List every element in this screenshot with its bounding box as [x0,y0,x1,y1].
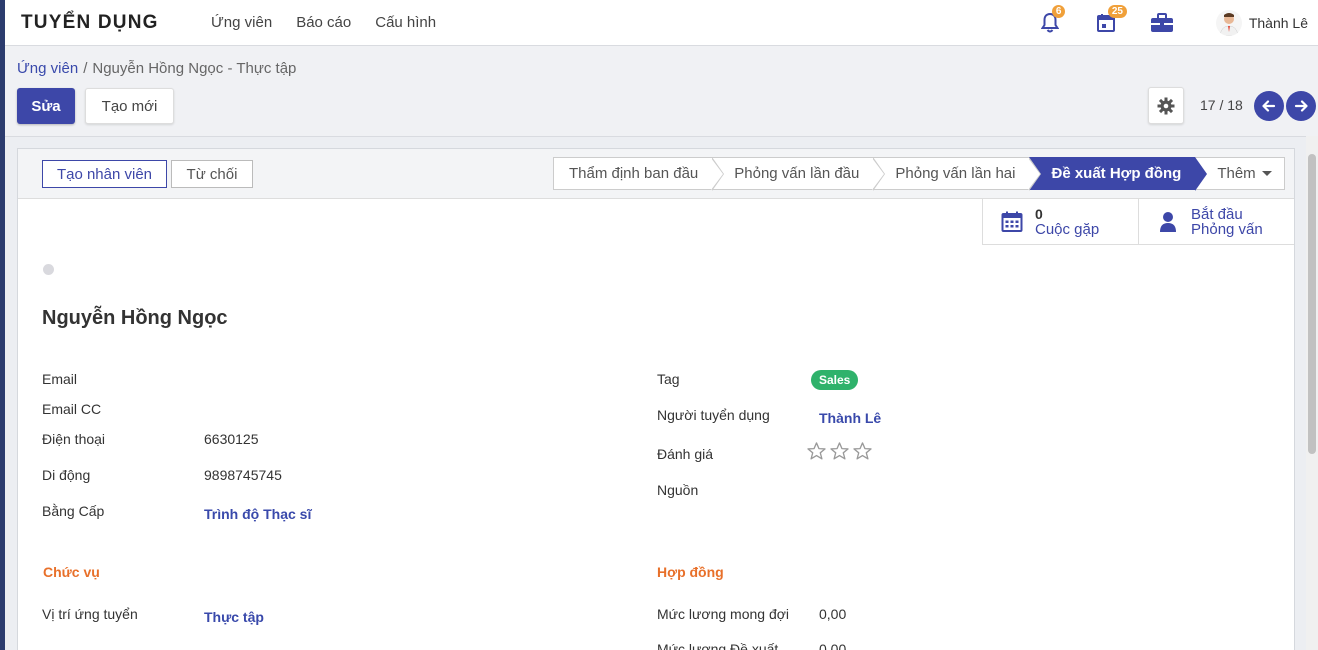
page-scrollbar[interactable] [1306,136,1318,650]
breadcrumb: Ứng viên / Nguyễn Hồng Ngọc - Thực tập [17,60,296,77]
action-menu-button[interactable] [1148,87,1184,124]
menu-item-applicants[interactable]: Ứng viên [211,14,272,31]
degree-label: Bằng Cấp [42,503,105,519]
stage-more-label: Thêm [1217,165,1256,182]
star-empty-icon[interactable] [853,442,872,460]
tag-label: Tag [657,371,680,387]
arrow-left-icon [1262,100,1276,112]
breadcrumb-parent-link[interactable]: Ứng viên [17,60,78,77]
form-statusbar: Tạo nhân viên Từ chối Thẩm định ban đầu … [18,149,1294,199]
email-label: Email [42,371,78,387]
meetings-smart-button[interactable]: 0 Cuộc gặp [982,199,1138,245]
create-employee-button[interactable]: Tạo nhân viên [42,160,167,188]
create-button[interactable]: Tạo mới [85,88,174,124]
arrow-right-icon [1294,100,1308,112]
stage-label: Phỏng vấn lần hai [895,165,1016,182]
refuse-button[interactable]: Từ chối [171,160,253,188]
applied-job-label: Vị trí ứng tuyển [42,606,138,622]
menu-item-configuration[interactable]: Cấu hình [375,14,436,31]
stage-label: Đề xuất Hợp đồng [1051,165,1182,182]
star-empty-icon[interactable] [807,442,826,460]
app-brand[interactable]: TUYỂN DỤNG [21,12,211,34]
gear-icon [1157,97,1175,114]
proposed-salary-value[interactable]: 0,00 [819,641,846,650]
form-sheet: Tạo nhân viên Từ chối Thẩm định ban đầu … [17,148,1295,650]
avatar [1215,10,1242,36]
smart-buttons: 0 Cuộc gặp Bắt đầu Phỏng vấn [982,199,1294,245]
star-empty-icon[interactable] [830,442,849,460]
stage-arrow [1194,157,1208,191]
kanban-state-dot[interactable] [43,264,54,275]
start-interview-line2: Phỏng vấn [1191,220,1263,238]
contract-section-title: Hợp đồng [657,564,724,580]
stage-initial-qualification[interactable]: Thẩm định ban đầu [553,157,725,191]
user-icon [1157,211,1179,233]
main-menu: Ứng viên Báo cáo Cấu hình [211,14,436,31]
source-label: Nguồn [657,482,699,498]
stage-label: Thẩm định ban đầu [569,165,699,182]
start-interview-smart-button[interactable]: Bắt đầu Phỏng vấn [1138,199,1294,245]
position-section-title: Chức vụ [43,564,100,580]
email-cc-label: Email CC [42,401,102,417]
stage-arrow [1028,157,1042,191]
mobile-label: Di động [42,467,91,483]
tag-badge[interactable]: Sales [811,370,859,390]
stage-first-interview[interactable]: Phỏng vấn lần đầu [712,157,886,191]
start-interview-text: Bắt đầu Phỏng vấn [1191,207,1263,237]
mobile-value: 9898745745 [204,467,282,483]
meetings-smart-button-text: 0 Cuộc gặp [1035,205,1100,238]
expected-salary-label: Mức lương mong đợi [657,606,790,622]
stage-second-interview[interactable]: Phỏng vấn lần hai [873,157,1042,191]
navbar-right: 6 25 Thành Lê [1038,0,1308,46]
applicant-name-title: Nguyễn Hồng Ngọc [42,307,228,329]
notification-count-badge: 6 [1051,5,1066,18]
scrollbar-thumb[interactable] [1308,154,1316,454]
stage-label: Phỏng vấn lần đầu [734,165,860,182]
breadcrumb-separator: / [83,60,88,77]
proposed-salary-label: Mức lương Đề xuất [657,641,779,650]
pager-value: 17 / 18 [1200,97,1243,113]
notifications-button[interactable]: 6 [1038,5,1066,35]
expected-salary-value[interactable]: 0,00 [819,606,846,622]
breadcrumb-current: Nguyễn Hồng Ngọc - Thực tập [92,60,297,77]
pager-previous-button[interactable] [1254,91,1284,121]
edit-button[interactable]: Sửa [17,88,75,124]
stage-more-dropdown[interactable]: Thêm [1195,157,1285,190]
caret-down-icon [1261,171,1272,176]
start-interview-line1: Bắt đầu [1191,205,1243,223]
phone-label: Điện thoại [42,431,106,447]
recruiter-label: Người tuyển dụng [657,407,770,423]
meetings-label: Cuộc gặp [1035,220,1100,238]
stage-pipeline: Thẩm định ban đầu Phỏng vấn lần đầu Phỏn… [553,157,1285,191]
phone-value: 6630125 [204,431,259,447]
stage-arrow [872,157,886,191]
rating-label: Đánh giá [657,446,714,462]
briefcase-icon [1150,13,1173,32]
top-navbar: TUYỂN DỤNG Ứng viên Báo cáo Cấu hình 6 2… [5,0,1318,46]
user-avatar-icon [1219,13,1239,36]
recruiter-link[interactable]: Thành Lê [819,410,881,426]
user-menu[interactable]: Thành Lê [1215,10,1308,36]
meetings-count: 0 [1035,205,1043,222]
calendar-icon [1001,211,1023,233]
calendar-activities-button[interactable]: 25 [1094,5,1127,35]
apps-briefcase-button[interactable] [1150,11,1174,35]
user-name: Thành Lê [1248,15,1308,31]
pager-next-button[interactable] [1286,91,1316,121]
activity-count-badge: 25 [1107,5,1127,18]
stage-contract-proposal[interactable]: Đề xuất Hợp đồng [1029,157,1208,191]
degree-link[interactable]: Trình độ Thạc sĩ [204,506,311,522]
menu-item-reports[interactable]: Báo cáo [296,14,351,31]
applied-job-link[interactable]: Thực tập [204,609,264,625]
left-accent-bar [0,0,5,650]
stage-arrow [711,157,725,191]
rating-stars [807,442,872,460]
